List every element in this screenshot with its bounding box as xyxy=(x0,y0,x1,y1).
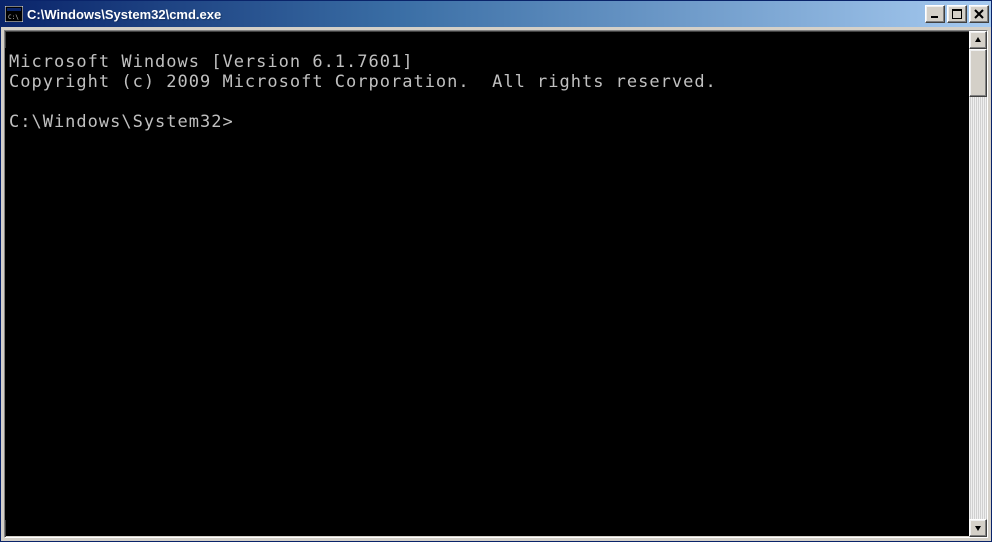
svg-text:C:\: C:\ xyxy=(8,14,19,21)
scroll-down-button[interactable] xyxy=(969,519,987,537)
title-bar[interactable]: C:\ C:\Windows\System32\cmd.exe xyxy=(1,1,991,27)
scrollbar-thumb[interactable] xyxy=(969,49,987,97)
scrollbar-track[interactable] xyxy=(969,49,987,519)
window-title: C:\Windows\System32\cmd.exe xyxy=(27,7,925,22)
cmd-window: C:\ C:\Windows\System32\cmd.exe Microsof… xyxy=(0,0,992,542)
maximize-button[interactable] xyxy=(947,5,967,23)
console-output[interactable]: Microsoft Windows [Version 6.1.7601] Cop… xyxy=(5,48,969,520)
title-button-group xyxy=(925,5,989,23)
scroll-up-button[interactable] xyxy=(969,31,987,49)
minimize-button[interactable] xyxy=(925,5,945,23)
vertical-scrollbar[interactable] xyxy=(969,31,987,537)
close-button[interactable] xyxy=(969,5,989,23)
system-menu-icon[interactable]: C:\ xyxy=(5,6,23,22)
client-area: Microsoft Windows [Version 6.1.7601] Cop… xyxy=(4,30,988,538)
